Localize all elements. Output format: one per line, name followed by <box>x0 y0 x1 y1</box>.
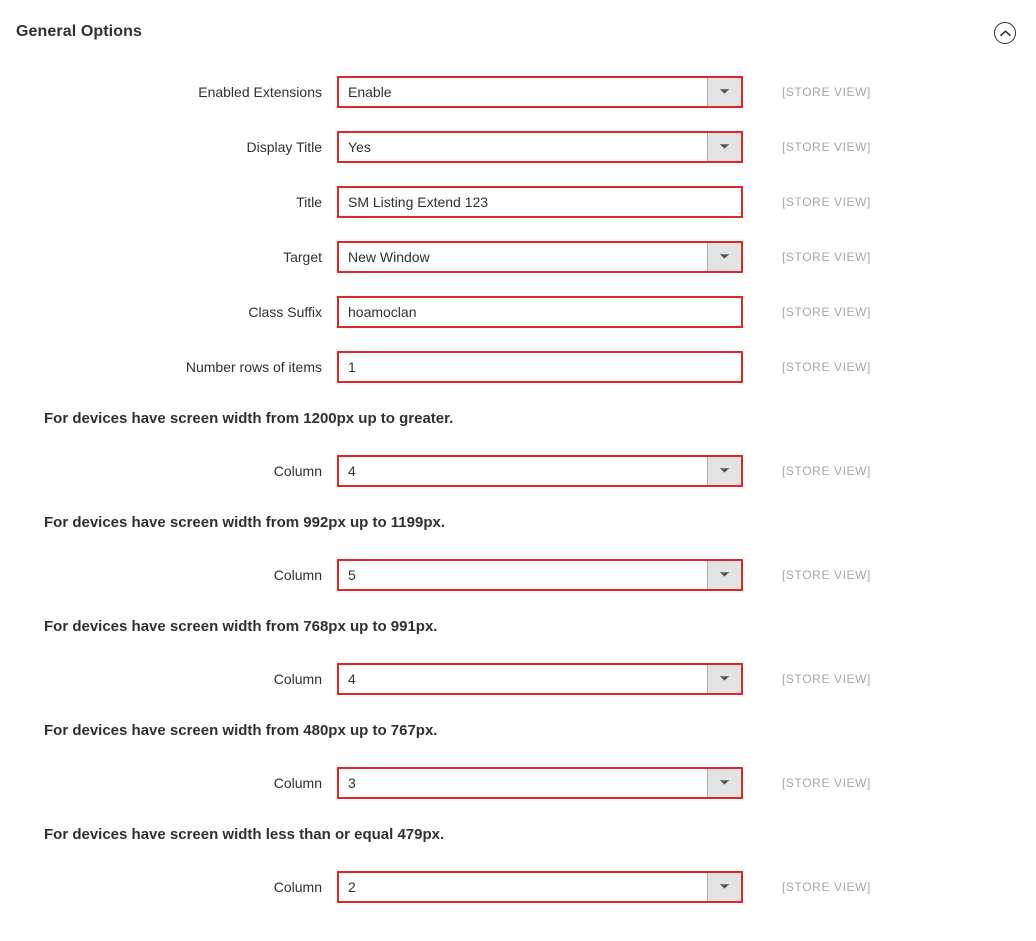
chevron-down-icon[interactable] <box>707 132 741 161</box>
scope-label: [STORE VIEW] <box>782 249 871 264</box>
chevron-down-icon[interactable] <box>707 560 741 589</box>
group-heading: For devices have screen width from 1200p… <box>44 410 454 427</box>
select-value: 4 <box>348 462 356 479</box>
title-input[interactable]: SM Listing Extend 123 <box>339 188 741 216</box>
responsive-group-479: For devices have screen width less than … <box>0 810 1036 914</box>
scope-label: [STORE VIEW] <box>782 84 871 99</box>
scope-label: [STORE VIEW] <box>782 463 871 478</box>
select-value: Yes <box>348 138 371 155</box>
scope-label: [STORE VIEW] <box>782 304 871 319</box>
group-heading: For devices have screen width from 768px… <box>44 618 438 635</box>
column-select-479[interactable]: 2 <box>337 870 743 903</box>
field-row-column-480: Column 3 [STORE VIEW] <box>0 755 1036 810</box>
responsive-groups-list: For devices have screen width from 1200p… <box>0 394 1036 914</box>
field-row-column-1200: Column 4 [STORE VIEW] <box>0 443 1036 498</box>
class-suffix-input-wrapper[interactable]: hoamoclan <box>337 295 743 328</box>
page-title: General Options <box>16 23 142 40</box>
scope-label: [STORE VIEW] <box>782 775 871 790</box>
select-value: 3 <box>348 774 356 791</box>
field-label: Title <box>296 193 322 210</box>
field-label: Column <box>273 566 322 583</box>
group-heading: For devices have screen width from 480px… <box>44 722 438 739</box>
field-row-display-title: Display Title Yes [STORE VIEW] <box>0 119 1036 174</box>
general-fields-list: Enabled Extensions Enable [STORE VIEW] D… <box>0 64 1036 394</box>
chevron-down-icon[interactable] <box>707 456 741 485</box>
general-options-page: General Options Enabled Extensions Enabl… <box>0 0 1036 941</box>
field-row-column-479: Column 2 [STORE VIEW] <box>0 859 1036 914</box>
title-input-wrapper[interactable]: SM Listing Extend 123 <box>337 185 743 218</box>
chevron-down-icon[interactable] <box>707 242 741 271</box>
field-label: Display Title <box>246 138 322 155</box>
scope-label: [STORE VIEW] <box>782 879 871 894</box>
field-row-column-992: Column 5 [STORE VIEW] <box>0 547 1036 602</box>
field-label: Number rows of items <box>185 358 322 375</box>
field-row-column-768: Column 4 [STORE VIEW] <box>0 651 1036 706</box>
select-value: 2 <box>348 878 356 895</box>
field-label: Column <box>273 878 322 895</box>
column-select-992[interactable]: 5 <box>337 558 743 591</box>
chevron-down-icon[interactable] <box>707 77 741 106</box>
field-row-class-suffix: Class Suffix hoamoclan [STORE VIEW] <box>0 284 1036 339</box>
select-value: 4 <box>348 670 356 687</box>
chevron-down-icon[interactable] <box>707 664 741 693</box>
chevron-down-icon[interactable] <box>707 872 741 901</box>
enabled-extensions-select[interactable]: Enable <box>337 75 743 108</box>
column-select-1200[interactable]: 4 <box>337 454 743 487</box>
responsive-group-992: For devices have screen width from 992px… <box>0 498 1036 602</box>
column-select-480[interactable]: 3 <box>337 766 743 799</box>
field-label: Column <box>273 462 322 479</box>
number-rows-of-items-input-wrapper[interactable]: 1 <box>337 350 743 383</box>
field-row-enabled-extensions: Enabled Extensions Enable [STORE VIEW] <box>0 64 1036 119</box>
responsive-group-768: For devices have screen width from 768px… <box>0 602 1036 706</box>
field-label: Target <box>283 248 322 265</box>
select-value: Enable <box>348 83 392 100</box>
select-value: New Window <box>348 248 430 265</box>
column-select-768[interactable]: 4 <box>337 662 743 695</box>
field-row-title: Title SM Listing Extend 123 [STORE VIEW] <box>0 174 1036 229</box>
field-row-number-rows-of-items: Number rows of items 1 [STORE VIEW] <box>0 339 1036 394</box>
group-heading: For devices have screen width from 992px… <box>44 514 445 531</box>
scope-label: [STORE VIEW] <box>782 671 871 686</box>
field-label: Class Suffix <box>248 303 322 320</box>
field-label: Enabled Extensions <box>198 83 322 100</box>
scope-label: [STORE VIEW] <box>782 139 871 154</box>
section-header: General Options <box>0 0 1036 64</box>
target-select[interactable]: New Window <box>337 240 743 273</box>
chevron-down-icon[interactable] <box>707 768 741 797</box>
responsive-group-480: For devices have screen width from 480px… <box>0 706 1036 810</box>
scope-label: [STORE VIEW] <box>782 567 871 582</box>
scope-label: [STORE VIEW] <box>782 194 871 209</box>
group-heading: For devices have screen width less than … <box>44 826 445 843</box>
field-label: Column <box>273 774 322 791</box>
field-label: Column <box>273 670 322 687</box>
display-title-select[interactable]: Yes <box>337 130 743 163</box>
responsive-group-1200: For devices have screen width from 1200p… <box>0 394 1036 498</box>
class-suffix-input[interactable]: hoamoclan <box>339 298 741 326</box>
number-rows-of-items-input[interactable]: 1 <box>339 353 741 381</box>
select-value: 5 <box>348 566 356 583</box>
chevron-up-circle-icon[interactable] <box>994 22 1016 44</box>
field-row-target: Target New Window [STORE VIEW] <box>0 229 1036 284</box>
scope-label: [STORE VIEW] <box>782 359 871 374</box>
